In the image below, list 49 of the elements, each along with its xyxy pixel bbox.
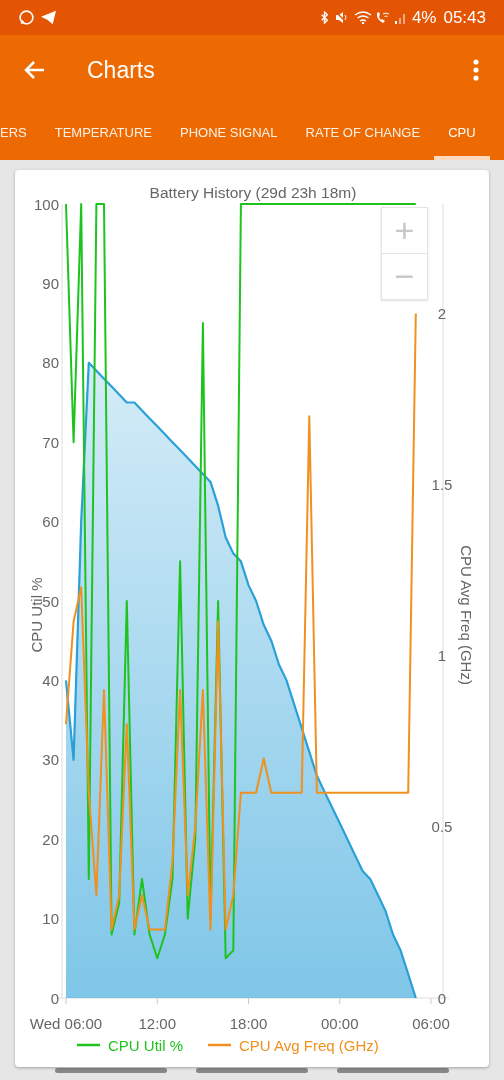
tick-label: 06:00 — [412, 1015, 450, 1032]
legend-label: CPU Util % — [108, 1037, 183, 1054]
tab[interactable]: TEMPERATURE — [40, 105, 166, 160]
tick-label: Wed 06:00 — [29, 1015, 103, 1032]
tick-label: 60 — [42, 513, 59, 531]
zoom-out-button[interactable]: − — [382, 253, 427, 299]
wifi-icon — [353, 11, 372, 24]
zoom-in-button[interactable]: + — [382, 208, 427, 254]
tick-label: 00:00 — [321, 1015, 359, 1032]
legend-swatch — [77, 1043, 100, 1047]
menu-icon — [473, 59, 479, 81]
tick-label: 18:00 — [229, 1015, 268, 1032]
legend-swatch — [208, 1043, 231, 1047]
tick-mark — [156, 997, 158, 1005]
tick-label: 90 — [42, 274, 59, 292]
legend-label: CPU Avg Freq (GHz) — [239, 1037, 379, 1054]
tick-mark — [339, 997, 341, 1005]
tick-label: 100 — [33, 195, 59, 213]
tab[interactable]: CPU — [434, 105, 490, 160]
tick-mark — [65, 997, 67, 1005]
chart-title: Battery History (29d 23h 18m) — [149, 184, 357, 201]
signal-icon — [393, 11, 406, 24]
back-arrow-icon — [23, 60, 45, 80]
battery-percent: 4% — [411, 6, 437, 29]
tab[interactable]: ERS — [0, 105, 41, 160]
tick-label: 50 — [42, 592, 59, 610]
clock: 05:43 — [443, 6, 486, 29]
tick-label: 1.5 — [431, 476, 453, 494]
tick-mark — [248, 997, 249, 1005]
tick-label: 80 — [42, 354, 59, 372]
paper-plane-icon — [40, 10, 57, 25]
mute-icon — [334, 11, 349, 24]
tick-label: 0 — [437, 989, 447, 1007]
tick-label: 12:00 — [138, 1015, 176, 1032]
tab[interactable]: PHONE SIGNAL — [166, 105, 292, 160]
axis-title: CPU Avg Freq (GHz) — [458, 545, 475, 685]
tick-label: 0 — [50, 989, 59, 1007]
tick-label: 70 — [42, 433, 59, 451]
tick-label: 30 — [42, 751, 59, 769]
tick-label: 40 — [42, 671, 59, 689]
app-title: Charts — [87, 55, 155, 85]
chat-app-icon — [18, 9, 35, 26]
tick-label: 10 — [42, 910, 59, 928]
tick-label: 20 — [42, 830, 59, 848]
tick-label: 0.5 — [431, 818, 453, 836]
tab[interactable]: RATE OF CHANGE — [291, 105, 435, 160]
wifi-call-icon — [374, 11, 390, 24]
tick-label: 2 — [437, 305, 447, 322]
tick-label: 1 — [437, 647, 447, 665]
